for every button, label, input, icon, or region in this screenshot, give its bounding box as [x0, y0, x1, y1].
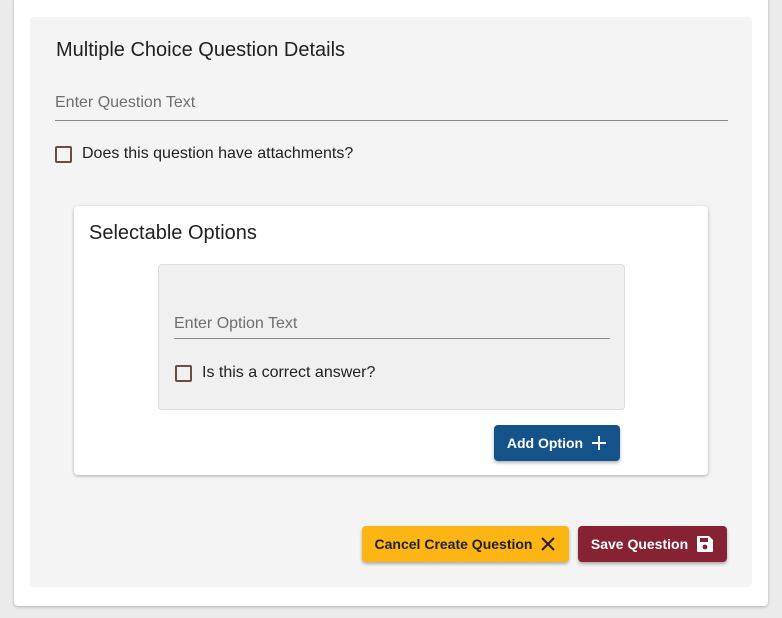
- option-text-field[interactable]: [174, 312, 610, 339]
- attachments-checkbox-row[interactable]: Does this question have attachments?: [55, 145, 353, 163]
- plus-icon: [591, 435, 607, 451]
- question-text-input[interactable]: [55, 91, 728, 115]
- question-details-title: Multiple Choice Question Details: [56, 39, 346, 61]
- correct-answer-checkbox-label: Is this a correct answer?: [202, 364, 376, 381]
- correct-answer-checkbox-row[interactable]: Is this a correct answer?: [175, 364, 375, 382]
- floppy-disk-icon: [696, 535, 714, 553]
- cancel-button-label: Cancel Create Question: [374, 536, 533, 552]
- option-text-input[interactable]: [174, 312, 610, 336]
- question-details-panel: Multiple Choice Question Details Does th…: [30, 17, 752, 587]
- add-option-button-label: Add Option: [506, 435, 584, 451]
- selectable-options-title: Selectable Options: [89, 222, 257, 244]
- selectable-options-card: Selectable Options Is this a correct ans…: [74, 206, 708, 475]
- cancel-create-question-button[interactable]: Cancel Create Question: [362, 526, 569, 562]
- attachments-checkbox[interactable]: [55, 145, 72, 163]
- correct-answer-checkbox[interactable]: [175, 364, 192, 382]
- attachments-checkbox-label: Does this question have attachments?: [82, 145, 354, 162]
- question-text-field[interactable]: [55, 91, 728, 121]
- question-card: Multiple Choice Question Details Does th…: [14, 0, 768, 606]
- close-icon: [540, 536, 556, 552]
- save-question-button[interactable]: Save Question: [578, 526, 727, 562]
- save-button-label: Save Question: [590, 536, 689, 552]
- option-item: Is this a correct answer?: [158, 264, 625, 410]
- add-option-button[interactable]: Add Option: [494, 425, 620, 461]
